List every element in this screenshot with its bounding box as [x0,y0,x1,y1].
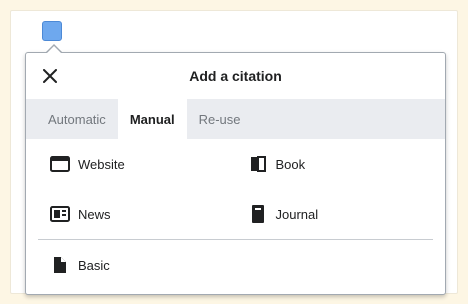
reference-icon [50,255,70,275]
browser-window-icon [50,154,70,174]
popup-arrow-fill [46,46,62,54]
tab-automatic[interactable]: Automatic [36,99,118,139]
add-citation-dialog: Add a citation Automatic Manual Re-use W… [25,52,446,295]
tool-row: News Journal [38,189,433,239]
dialog-title: Add a citation [189,68,282,84]
news-tool-button[interactable]: News [38,204,236,224]
editor-stage: Add a citation Automatic Manual Re-use W… [0,0,468,304]
basic-tool-button[interactable]: Basic [38,255,243,275]
news-tool-label: News [78,206,111,222]
tab-re-use[interactable]: Re-use [187,99,253,139]
journal-tool-button[interactable]: Journal [236,204,434,224]
tool-row: Website Book [38,139,433,189]
book-icon [248,154,268,174]
website-tool-button[interactable]: Website [38,154,236,174]
close-button[interactable] [38,64,62,88]
journal-icon [248,204,268,224]
book-tool-label: Book [275,156,306,172]
book-tool-button[interactable]: Book [236,154,434,174]
dialog-header: Add a citation [26,53,445,99]
tab-bar: Automatic Manual Re-use [26,99,445,139]
close-icon [43,69,57,83]
tool-row: Basic [38,240,433,290]
tab-manual[interactable]: Manual [117,99,187,139]
website-tool-label: Website [78,156,125,172]
citation-anchor-marker[interactable] [42,21,62,41]
citation-tools: Website Book News Journal Basic [26,139,445,290]
newspaper-icon [50,204,70,224]
journal-tool-label: Journal [275,206,319,222]
basic-tool-label: Basic [78,257,110,273]
